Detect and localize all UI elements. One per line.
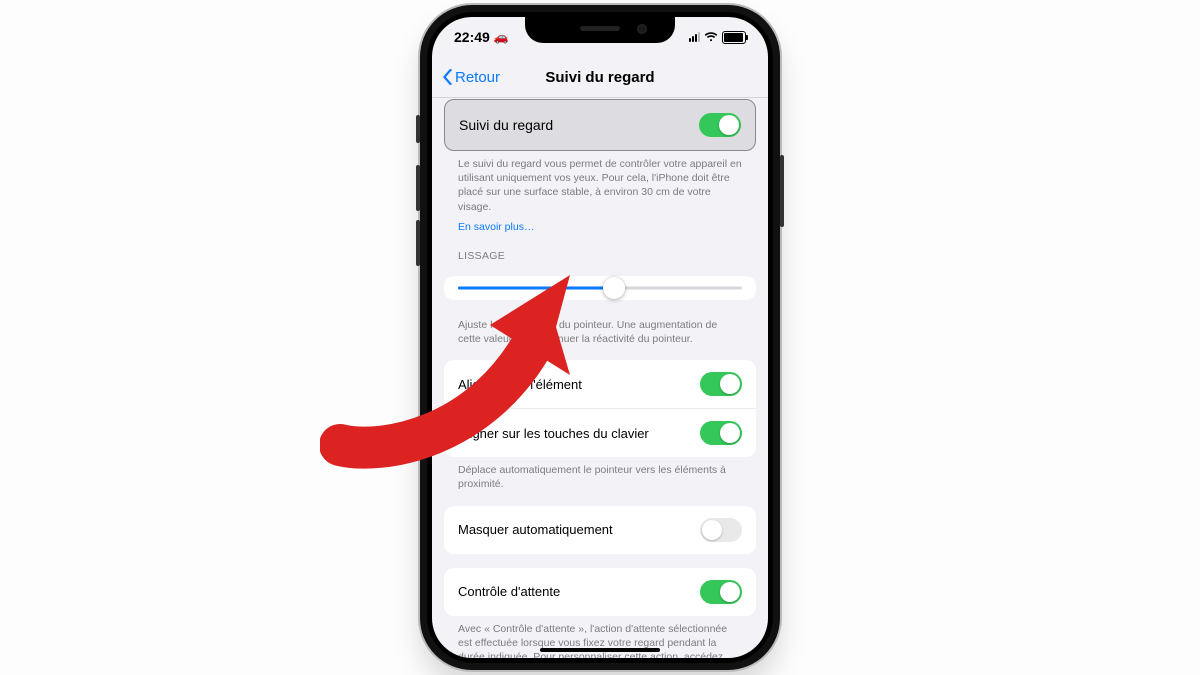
dwell-label: Contrôle d'attente [458, 584, 560, 599]
snap-keyboard-label: Aligner sur les touches du clavier [458, 426, 649, 441]
side-button-right [780, 155, 784, 227]
smoothing-description: Ajuste le mouvement du pointeur. Une aug… [444, 312, 756, 346]
home-indicator[interactable] [540, 648, 660, 652]
status-time: 22:49 [454, 29, 490, 45]
snap-description: Déplace automatiquement le pointeur vers… [444, 457, 756, 491]
learn-more-link[interactable]: En savoir plus… [458, 221, 534, 233]
snap-item-label: Aligner vers l'élément [458, 377, 582, 392]
carplay-icon: 🚗 [494, 30, 509, 44]
auto-hide-label: Masquer automatiquement [458, 522, 613, 537]
notnotch [525, 17, 675, 43]
snap-card: Aligner vers l'élément Aligner sur les t… [444, 360, 756, 457]
settings-content[interactable]: Suivi du regard Le suivi du regard vous … [432, 97, 768, 658]
cellular-signal-icon [689, 32, 700, 42]
eye-tracking-toggle[interactable] [699, 113, 741, 137]
battery-icon [722, 31, 746, 44]
snap-keyboard-toggle[interactable] [700, 421, 742, 445]
snap-item-toggle[interactable] [700, 372, 742, 396]
smoothing-slider[interactable] [458, 276, 742, 300]
auto-hide-toggle[interactable] [700, 518, 742, 542]
side-button-vol-down [416, 220, 420, 266]
dwell-card: Contrôle d'attente [444, 568, 756, 616]
nav-bar: Retour Suivi du regard [432, 57, 768, 98]
eye-tracking-description: Le suivi du regard vous permet de contrô… [444, 151, 756, 214]
nav-title: Suivi du regard [545, 69, 654, 86]
side-button-silence [416, 115, 420, 143]
chevron-left-icon [442, 69, 453, 85]
smoothing-header: LISSAGE [444, 234, 756, 268]
smoothing-card [444, 276, 756, 300]
auto-hide-card: Masquer automatiquement [444, 506, 756, 554]
wifi-icon [704, 32, 718, 42]
eye-tracking-main-card: Suivi du regard [444, 99, 756, 151]
back-label: Retour [455, 69, 500, 86]
screen: 22:49 🚗 Retour [432, 17, 768, 658]
back-button[interactable]: Retour [442, 69, 500, 86]
side-button-vol-up [416, 165, 420, 211]
dwell-toggle[interactable] [700, 580, 742, 604]
eye-tracking-toggle-label: Suivi du regard [459, 117, 553, 133]
phone-frame: 22:49 🚗 Retour [420, 5, 780, 670]
